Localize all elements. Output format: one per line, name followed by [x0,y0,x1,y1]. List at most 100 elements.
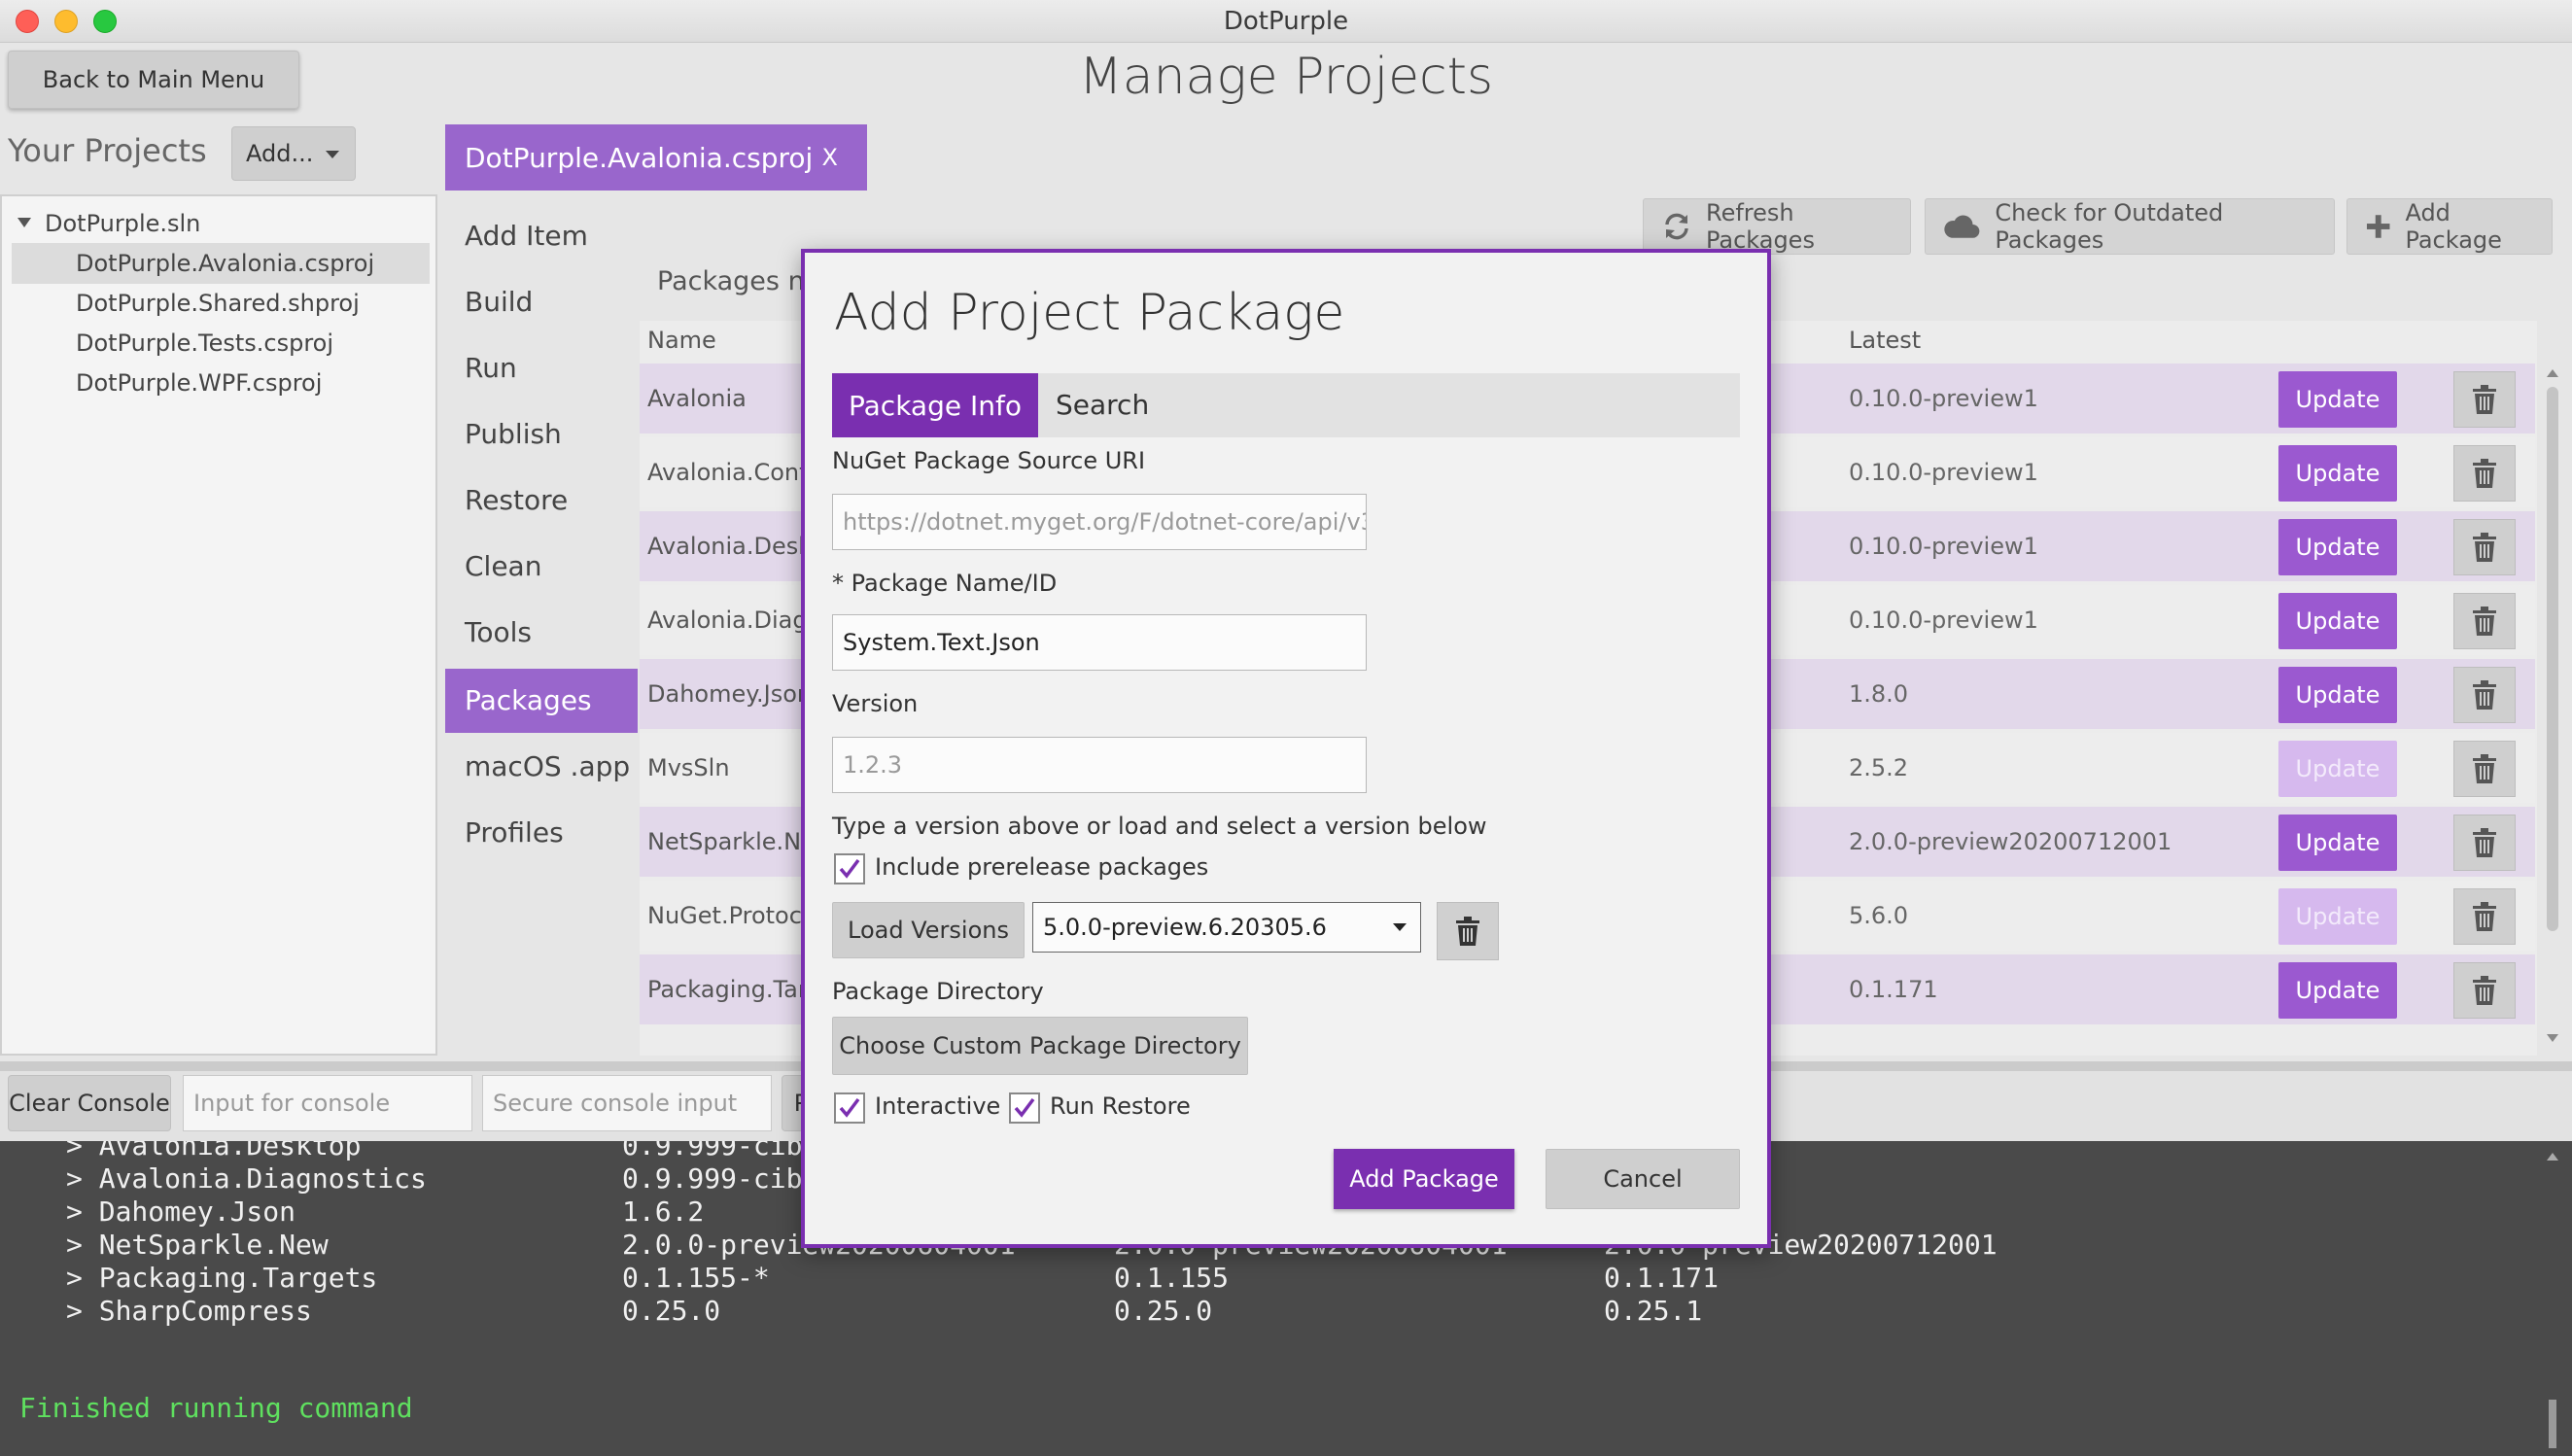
update-package-button[interactable]: Update [2278,815,2397,871]
package-latest-cell: 5.6.0 [1849,902,1909,929]
console-line-req: 1.6.2 [622,1196,705,1228]
console-line-req: 0.25.0 [622,1295,721,1327]
update-package-button[interactable]: Update [2278,741,2397,797]
project-tree[interactable]: DotPurple.sln DotPurple.Avalonia.csproj … [0,194,437,1056]
tree-expand-icon[interactable] [17,218,31,227]
secure-console-input[interactable]: Secure console input [482,1075,772,1131]
add-package-toolbar-button[interactable]: Add Package [2346,198,2553,255]
version-input[interactable]: 1.2.3 [832,737,1367,793]
column-header-latest[interactable]: Latest [1849,321,1921,360]
checkmark-icon [839,858,860,879]
trash-icon [2473,976,2496,1005]
update-package-button[interactable]: Update [2278,519,2397,575]
version-select[interactable]: 5.0.0-preview.6.20305.6 [1032,902,1421,953]
check-outdated-button[interactable]: Check for Outdated Packages [1925,198,2335,255]
project-tab-label: DotPurple.Avalonia.csproj [465,141,814,174]
update-package-button[interactable]: Update [2278,667,2397,723]
update-package-button[interactable]: Update [2278,962,2397,1019]
console-line-latest: 0.25.1 [1604,1295,1703,1327]
update-package-button[interactable]: Update [2278,371,2397,428]
project-tab[interactable]: DotPurple.Avalonia.csproj X [445,124,867,191]
cancel-button[interactable]: Cancel [1546,1149,1740,1209]
console-scrollbar[interactable] [2539,1147,2566,1454]
package-name-cell: Avalonia.Diag [647,607,808,634]
package-latest-cell: 2.0.0-preview20200712001 [1849,828,2172,855]
package-name-cell: Packaging.Tar [647,976,808,1003]
trash-icon [2473,902,2496,931]
back-to-main-menu-button[interactable]: Back to Main Menu [8,51,299,109]
package-name-cell: NetSparkle.Ne [647,828,816,855]
close-tab-icon[interactable]: X [822,144,838,171]
choose-directory-button[interactable]: Choose Custom Package Directory [832,1017,1248,1075]
window-title: DotPurple [1223,7,1349,36]
remove-package-button[interactable] [2453,593,2516,649]
prerelease-label: Include prerelease packages [875,853,1209,881]
trash-icon [1456,917,1479,946]
clear-version-button[interactable] [1437,902,1499,960]
console-line-name: > Avalonia.Diagnostics [66,1162,427,1195]
package-name-input[interactable]: System.Text.Json [832,614,1367,671]
console-input[interactable]: Input for console [183,1075,472,1131]
remove-package-button[interactable] [2453,962,2516,1019]
tree-item-project[interactable]: DotPurple.Shared.shproj [76,284,360,323]
package-directory-label: Package Directory [832,978,1044,1005]
refresh-packages-button[interactable]: Refresh Packages [1643,198,1911,255]
dialog-title: Add Project Package [834,284,1345,342]
clear-console-button[interactable]: Clear Console [8,1075,171,1131]
version-hint: Type a version above or load and select … [832,813,1487,840]
remove-package-button[interactable] [2453,888,2516,945]
tree-item-project[interactable]: DotPurple.WPF.csproj [76,364,322,402]
menu-run[interactable]: Run [445,336,638,400]
remove-package-button[interactable] [2453,815,2516,871]
package-latest-cell: 2.5.2 [1849,754,1909,781]
refresh-packages-label: Refresh Packages [1705,199,1815,254]
update-package-button[interactable]: Update [2278,593,2397,649]
load-versions-button[interactable]: Load Versions [832,902,1025,958]
menu-add-item[interactable]: Add Item [445,204,638,268]
source-uri-input[interactable]: https://dotnet.myget.org/F/dotnet-core/a… [832,494,1367,550]
tab-search[interactable]: Search [1056,373,1149,437]
update-package-button[interactable]: Update [2278,888,2397,945]
package-latest-cell: 0.10.0-preview1 [1849,533,2038,560]
check-outdated-label: Check for Outdated Packages [1995,199,2224,254]
remove-package-button[interactable] [2453,667,2516,723]
tree-item-solution[interactable]: DotPurple.sln [45,204,200,243]
menu-profiles[interactable]: Profiles [445,801,638,865]
console-line-name: > NetSparkle.New [66,1229,329,1261]
menu-publish[interactable]: Publish [445,402,638,467]
column-header-name[interactable]: Name [647,321,716,360]
add-package-button[interactable]: Add Package [1334,1149,1514,1209]
package-name-label: * Package Name/ID [832,570,1058,597]
trash-icon [2473,680,2496,710]
console-line-res: 0.1.155 [1114,1262,1230,1294]
prerelease-checkbox[interactable] [834,853,865,884]
menu-clean[interactable]: Clean [445,535,638,599]
run-restore-checkbox[interactable] [1009,1092,1040,1124]
chevron-down-icon [326,151,339,158]
tree-item-project[interactable]: DotPurple.Avalonia.csproj [76,244,374,283]
remove-package-button[interactable] [2453,371,2516,428]
remove-package-button[interactable] [2453,445,2516,502]
trash-icon [2473,607,2496,636]
package-name-cell: NuGet.Protoco [647,902,817,929]
menu-macos-app[interactable]: macOS .app [445,735,638,799]
source-uri-label: NuGet Package Source URI [832,447,1146,474]
trash-icon [2473,385,2496,414]
tab-package-info[interactable]: Package Info [832,373,1038,437]
console-line-name: > SharpCompress [66,1295,312,1327]
remove-package-button[interactable] [2453,741,2516,797]
menu-restore[interactable]: Restore [445,468,638,533]
package-name-cell: MvsSln [647,754,730,781]
tree-item-project[interactable]: DotPurple.Tests.csproj [76,324,333,363]
update-package-button[interactable]: Update [2278,445,2397,502]
version-label: Version [832,690,919,717]
packages-scroll-thumb[interactable] [2547,387,2558,931]
your-projects-heading: Your Projects [8,132,207,169]
menu-build[interactable]: Build [445,270,638,334]
trash-icon [2473,533,2496,562]
remove-package-button[interactable] [2453,519,2516,575]
add-project-dropdown[interactable]: Add... [231,126,356,181]
menu-packages[interactable]: Packages [445,669,638,733]
interactive-checkbox[interactable] [834,1092,865,1124]
menu-tools[interactable]: Tools [445,601,638,665]
